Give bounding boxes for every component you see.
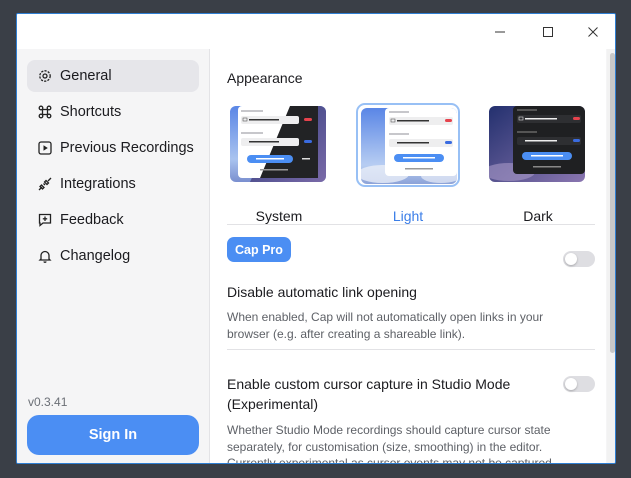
play-square-icon <box>38 141 52 155</box>
sidebar-item-shortcuts[interactable]: Shortcuts <box>27 96 199 128</box>
plug-icon <box>38 177 52 191</box>
theme-option-system[interactable] <box>227 103 331 187</box>
sidebar-item-label: Integrations <box>60 176 136 192</box>
sidebar-item-label: Changelog <box>60 248 131 264</box>
sidebar-item-label: Previous Recordings <box>60 140 194 156</box>
message-plus-icon <box>38 213 52 227</box>
close-button[interactable] <box>578 20 608 44</box>
version-label: v0.3.41 <box>28 395 68 409</box>
appearance-title: Appearance <box>227 70 303 86</box>
theme-option-light[interactable] <box>356 103 460 187</box>
sidebar: General Shortcuts Previous Recordings In… <box>17 49 210 463</box>
scrollbar-thumb[interactable] <box>610 53 615 353</box>
theme-preview-system <box>230 106 326 182</box>
command-icon <box>38 105 52 119</box>
title-bar <box>17 14 615 49</box>
gear-icon <box>38 69 52 83</box>
divider <box>227 349 595 350</box>
setting-description: When enabled, Cap will not automatically… <box>227 310 544 341</box>
theme-label-system: System <box>255 208 303 224</box>
close-icon <box>588 27 598 37</box>
disable-link-opening-toggle[interactable] <box>563 251 595 267</box>
setting-title: Disable automatic link opening <box>227 284 417 300</box>
app-window: General Shortcuts Previous Recordings In… <box>16 13 616 464</box>
theme-label-dark: Dark <box>523 208 553 224</box>
minimize-button[interactable] <box>485 20 515 44</box>
sidebar-item-general[interactable]: General <box>27 60 199 92</box>
toggle-knob <box>565 253 577 265</box>
settings-panel: Appearance System Light Dark Cap Pro Dis… <box>210 49 606 464</box>
theme-preview-light <box>361 108 457 184</box>
setting-description: Whether Studio Mode recordings should ca… <box>227 423 552 464</box>
theme-preview-dark <box>489 106 585 182</box>
theme-option-dark[interactable] <box>486 103 590 187</box>
minimize-icon <box>495 31 505 33</box>
toggle-knob <box>565 378 577 390</box>
sidebar-item-feedback[interactable]: Feedback <box>27 204 199 236</box>
sidebar-item-changelog[interactable]: Changelog <box>27 240 199 272</box>
scrollbar[interactable] <box>607 49 615 463</box>
sidebar-item-label: General <box>60 68 112 84</box>
maximize-button[interactable] <box>533 20 563 44</box>
sidebar-item-previous-recordings[interactable]: Previous Recordings <box>27 132 199 164</box>
theme-label-light: Light <box>392 208 424 224</box>
custom-cursor-capture-toggle[interactable] <box>563 376 595 392</box>
sign-in-button[interactable]: Sign In <box>27 415 199 455</box>
bell-icon <box>38 249 52 263</box>
sidebar-item-label: Shortcuts <box>60 104 122 120</box>
maximize-icon <box>543 27 553 37</box>
setting-title: Enable custom cursor capture in Studio M… <box>227 376 511 412</box>
divider <box>227 224 595 225</box>
sidebar-item-integrations[interactable]: Integrations <box>27 168 199 200</box>
cap-pro-badge: Cap Pro <box>227 237 291 262</box>
sidebar-item-label: Feedback <box>60 212 124 228</box>
